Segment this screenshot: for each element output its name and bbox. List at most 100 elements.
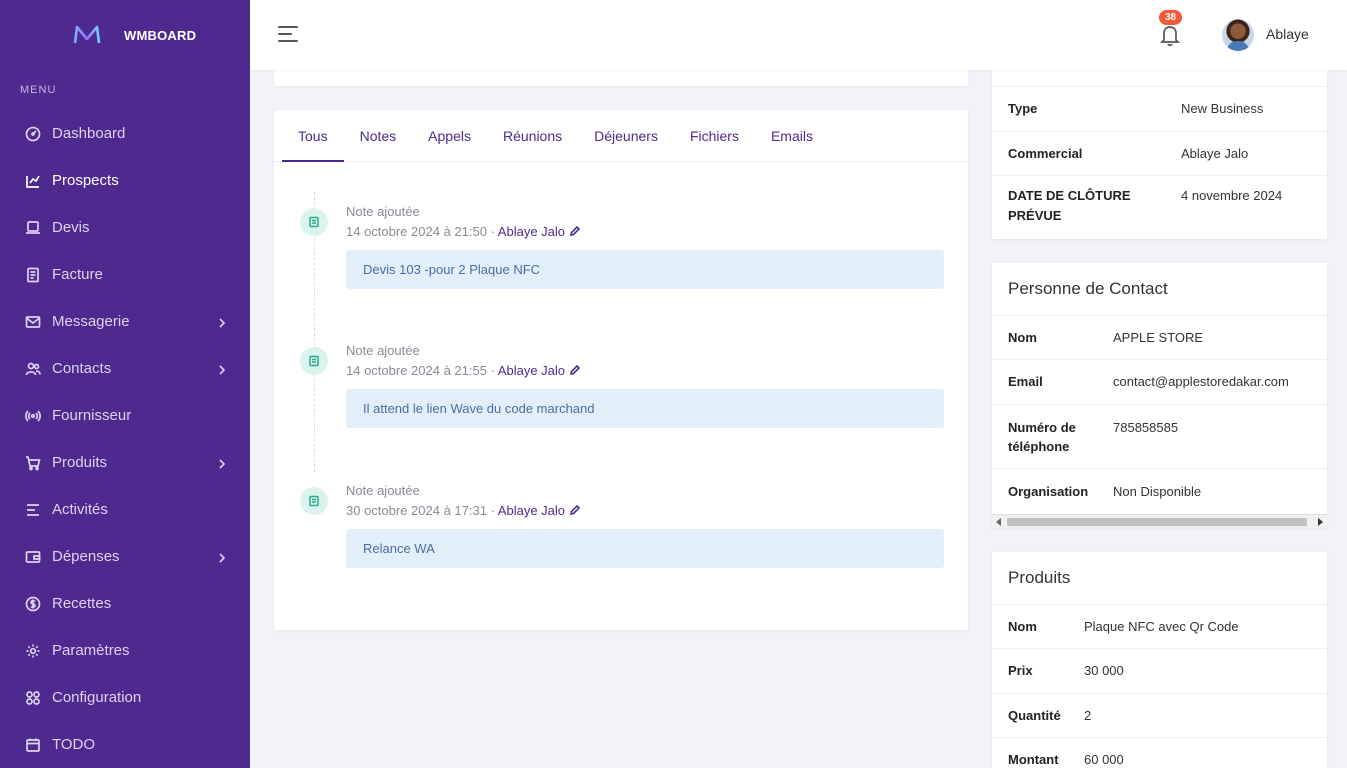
tab-reunions[interactable]: Réunions: [487, 110, 578, 161]
sidebar-item-configuration[interactable]: Configuration: [0, 674, 250, 721]
chevron-right-icon: [218, 363, 226, 375]
mail-icon: [25, 314, 41, 330]
tab-tous[interactable]: Tous: [282, 110, 344, 162]
deal-value: 4 novembre 2024: [1181, 188, 1283, 203]
edit-icon[interactable]: [569, 225, 581, 237]
sidebar-item-parametres[interactable]: Paramètres: [0, 627, 250, 674]
tab-dejeuners[interactable]: Déjeuners: [578, 110, 674, 161]
entry-meta: 14 octobre 2024 à 21:55 · Ablaye Jalo: [346, 363, 944, 378]
chart-icon: [25, 173, 41, 189]
entry-title: Note ajoutée: [346, 343, 420, 358]
sidebar-item-label: Activités: [52, 501, 108, 518]
entry-author[interactable]: Ablaye Jalo: [498, 363, 565, 378]
sidebar-item-label: Dépenses: [52, 548, 120, 565]
product-value: Plaque NFC avec Qr Code: [1084, 619, 1239, 634]
edit-icon[interactable]: [569, 364, 581, 376]
products-card-title: Produits: [992, 552, 1327, 605]
deal-key: DATE DE CLÔTURE PRÉVUE: [1008, 188, 1131, 223]
activity-tabs: Tous Notes Appels Réunions Déjeuners Fic…: [274, 110, 968, 162]
entry-author[interactable]: Ablaye Jalo: [498, 224, 565, 239]
sidebar-item-contacts[interactable]: Contacts: [0, 345, 250, 392]
chevron-right-icon: [218, 551, 226, 563]
tab-emails[interactable]: Emails: [755, 110, 829, 161]
scrollbar-thumb[interactable]: [1007, 518, 1307, 526]
brand-logo-icon: [73, 25, 101, 44]
sidebar-item-label: Configuration: [52, 689, 142, 706]
entry-date: 14 octobre 2024 à 21:55: [346, 363, 487, 378]
entry-title: Note ajoutée: [346, 483, 420, 498]
entry-separator: ·: [486, 224, 498, 239]
tab-appels[interactable]: Appels: [412, 110, 487, 161]
sidebar-item-label: Produits: [52, 454, 108, 471]
sidebar-item-devis[interactable]: Devis: [0, 204, 250, 251]
broadcast-icon: [25, 408, 41, 424]
edit-icon[interactable]: [569, 504, 581, 516]
sidebar-item-label: Fournisseur: [52, 407, 132, 424]
hamburger-menu-icon[interactable]: [278, 26, 300, 44]
scroll-right-icon[interactable]: [1318, 518, 1323, 526]
sidebar: WMBOARD MENU Dashboard Prospects Devis F…: [0, 0, 250, 768]
product-key: Montant: [1008, 752, 1059, 767]
bell-icon[interactable]: [1159, 23, 1181, 47]
contact-key: Organisation: [1008, 484, 1089, 499]
entry-meta: 14 octobre 2024 à 21:50 · Ablaye Jalo: [346, 224, 944, 239]
sidebar-item-recettes[interactable]: Recettes: [0, 580, 250, 627]
previous-card-bottom: [274, 70, 968, 86]
sidebar-item-prospects[interactable]: Prospects: [0, 157, 250, 204]
sidebar-item-label: Contacts: [52, 360, 112, 377]
contact-name-link[interactable]: APPLE STORE: [1113, 330, 1203, 345]
note-icon: [300, 347, 328, 375]
horizontal-scrollbar[interactable]: [992, 514, 1327, 528]
sidebar-item-produits[interactable]: Produits: [0, 439, 250, 486]
product-key: Quantité: [1008, 708, 1061, 723]
deal-details-card: Type New Business Commercial Ablaye Jalo…: [992, 70, 1327, 239]
wallet-icon: [25, 549, 41, 565]
sidebar-item-label: Paramètres: [52, 642, 130, 659]
contact-card: Personne de Contact Nom APPLE STORE Emai…: [992, 263, 1327, 528]
deal-key: Type: [1008, 101, 1038, 116]
chevron-right-icon: [218, 316, 226, 328]
products-card: Produits Nom Plaque NFC avec Qr Code Pri…: [992, 552, 1327, 768]
sidebar-item-facture[interactable]: Facture: [0, 251, 250, 298]
timeline-entry: Note ajoutée 14 octobre 2024 à 21:55 · A…: [300, 343, 944, 428]
entry-note: Devis 103 -pour 2 Plaque NFC: [346, 250, 944, 289]
sidebar-item-label: Messagerie: [52, 313, 130, 330]
entry-note: Relance WA: [346, 529, 944, 568]
user-name[interactable]: Ablaye: [1266, 26, 1309, 42]
entry-date: 14 octobre 2024 à 21:50: [346, 224, 487, 239]
sidebar-item-dashboard[interactable]: Dashboard: [0, 110, 250, 157]
sidebar-item-activites[interactable]: Activités: [0, 486, 250, 533]
note-icon: [300, 208, 328, 236]
sidebar-item-todo[interactable]: TODO: [0, 721, 250, 768]
product-key: Prix: [1008, 663, 1033, 678]
users-icon: [25, 361, 41, 377]
cart-icon: [25, 455, 41, 471]
brand-name: WMBOARD: [124, 27, 197, 43]
deal-key: Commercial: [1008, 146, 1083, 161]
sidebar-item-messagerie[interactable]: Messagerie: [0, 298, 250, 345]
timeline-entry: Note ajoutée 30 octobre 2024 à 17:31 · A…: [300, 483, 944, 568]
contact-value: Non Disponible: [1113, 484, 1202, 499]
avatar[interactable]: [1222, 19, 1254, 51]
brand[interactable]: WMBOARD: [0, 0, 250, 70]
scroll-left-icon[interactable]: [996, 518, 1001, 526]
contact-row-organisation: Organisation Non Disponible: [992, 469, 1327, 514]
entry-author[interactable]: Ablaye Jalo: [498, 503, 565, 518]
gauge-icon: [25, 126, 41, 142]
sidebar-item-depenses[interactable]: Dépenses: [0, 533, 250, 580]
product-value: 2: [1084, 708, 1092, 723]
entry-title: Note ajoutée: [346, 204, 420, 219]
list-icon: [25, 502, 41, 518]
menu-title: MENU: [20, 84, 57, 96]
top-header: 38 Ablaye: [250, 0, 1347, 70]
deal-row-commercial: Commercial Ablaye Jalo: [992, 132, 1327, 176]
sidebar-item-fournisseur[interactable]: Fournisseur: [0, 392, 250, 439]
sidebar-item-label: TODO: [52, 736, 96, 753]
notification-badge: 38: [1159, 10, 1183, 25]
product-value: 60 000: [1084, 752, 1124, 767]
contact-key: Nom: [1008, 330, 1037, 345]
tab-fichiers[interactable]: Fichiers: [674, 110, 755, 161]
entry-date: 30 octobre 2024 à 17:31: [346, 503, 487, 518]
tab-notes[interactable]: Notes: [344, 110, 413, 161]
timeline-entry: Note ajoutée 14 octobre 2024 à 21:50 · A…: [300, 204, 944, 289]
